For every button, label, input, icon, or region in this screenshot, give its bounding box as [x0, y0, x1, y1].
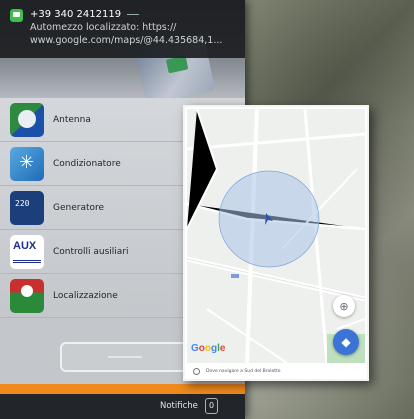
- map-bottom-text: Dove navigare a Sud del Broletto: [206, 368, 281, 374]
- accent-bar: [0, 384, 245, 394]
- my-location-button[interactable]: ⊕: [333, 295, 355, 317]
- map-bottom-bar[interactable]: Dove navigare a Sud del Broletto: [187, 363, 365, 379]
- message-icon: [10, 9, 23, 22]
- map-view[interactable]: Google ⊕ ◆: [187, 109, 365, 363]
- generator-icon-text: 220: [15, 198, 30, 208]
- aux-controls-icon: AUX: [10, 234, 44, 269]
- sms-notification[interactable]: +39 340 2412119 Automezzo localizzato: h…: [0, 0, 245, 58]
- info-icon: [193, 367, 200, 375]
- map-roads: [187, 109, 365, 363]
- action-button[interactable]: [60, 342, 190, 372]
- notifications-count-badge[interactable]: 0: [205, 398, 218, 414]
- crosshair-icon: ⊕: [339, 299, 349, 313]
- notification-line-2: www.google.com/maps/@44.435684,1...: [30, 35, 223, 46]
- map-screen: Google ⊕ ◆ Dove navigare a Sud del Brole…: [183, 105, 369, 381]
- air-conditioner-icon: [10, 146, 44, 181]
- sender-number: +39 340 2412119: [30, 9, 122, 20]
- divider: [127, 14, 140, 15]
- directions-button[interactable]: ◆: [333, 329, 359, 355]
- logo-letter: G: [191, 343, 199, 354]
- google-logo: Google: [191, 343, 225, 354]
- logo-letter: e: [219, 343, 226, 354]
- generator-icon: 220: [10, 190, 44, 225]
- location-icon: [10, 278, 44, 313]
- antenna-icon: [10, 102, 44, 137]
- button-graphic: [108, 356, 142, 358]
- directions-icon: ◆: [341, 335, 351, 349]
- notifications-label[interactable]: Notifiche: [160, 401, 198, 411]
- menu-item-label: Antenna: [53, 114, 91, 125]
- aux-icon-text: AUX: [13, 239, 37, 252]
- menu-item-label: Generatore: [53, 202, 105, 213]
- notification-sender: +39 340 2412119: [30, 8, 237, 21]
- menu-item-label: Condizionatore: [53, 158, 121, 169]
- menu-item-label: Controlli ausiliari: [53, 246, 129, 257]
- notification-line-1: Automezzo localizzato: https://: [30, 22, 177, 33]
- menu-item-label: Localizzazione: [53, 290, 118, 301]
